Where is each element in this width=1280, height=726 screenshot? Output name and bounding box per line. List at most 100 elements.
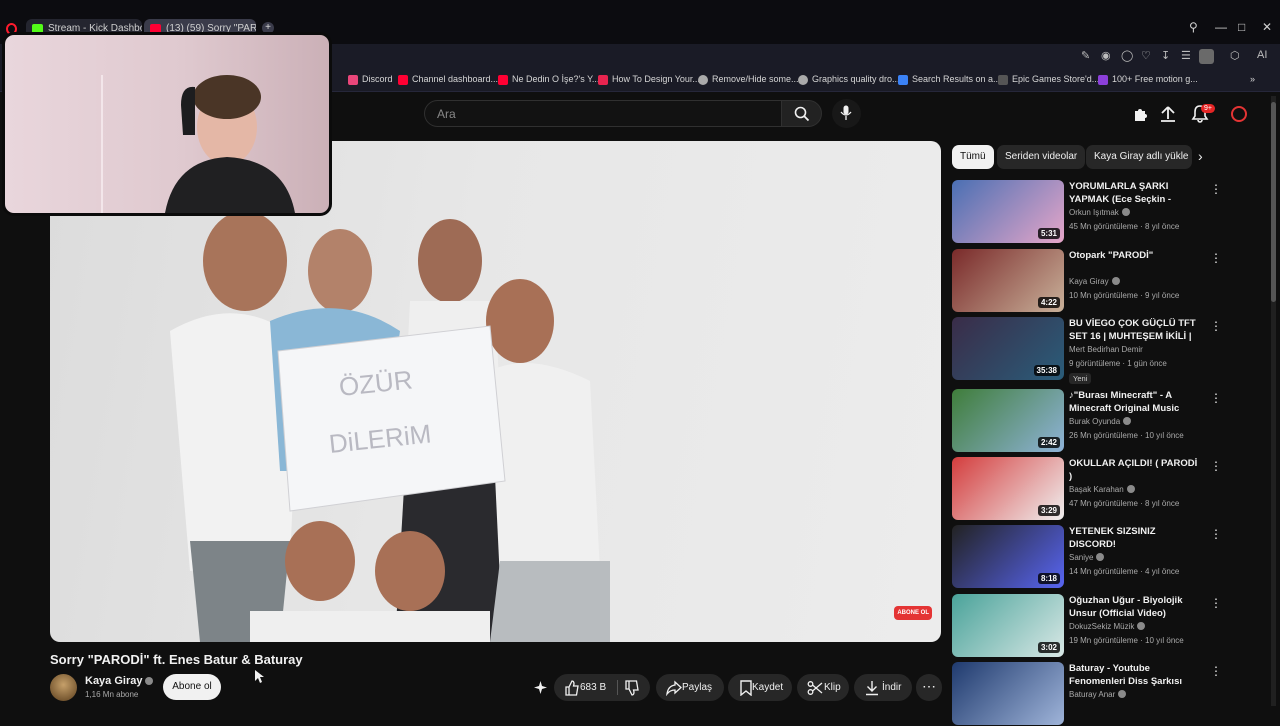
download-button[interactable]: İndir: [854, 674, 912, 701]
recommended-video[interactable]: 5:31 YORUMLARLA ŞARKI YAPMAK (Ece Seçkin …: [952, 180, 1252, 244]
chip-all[interactable]: Tümü: [952, 145, 994, 169]
clip-button[interactable]: Klip: [797, 674, 849, 701]
bookmark-discord[interactable]: Discord: [348, 74, 393, 85]
like-icon[interactable]: [564, 680, 580, 696]
ai-icon[interactable]: AI: [1257, 49, 1267, 61]
video-meta: 10 Mn görüntüleme · 9 yıl önce: [1069, 291, 1180, 300]
cursor-icon: [255, 670, 264, 683]
channel-name[interactable]: Kaya Giray: [85, 675, 154, 687]
upload-icon[interactable]: [1157, 103, 1179, 125]
chip-channel-uploads[interactable]: Kaya Giray adlı yükle: [1086, 145, 1192, 169]
account-avatar[interactable]: [1231, 106, 1247, 122]
profile-avatar[interactable]: [1199, 49, 1214, 64]
camera-icon[interactable]: ◉: [1101, 49, 1111, 62]
channel-name-text: Baturay Anar: [1069, 690, 1116, 699]
channel-name[interactable]: Saniye: [1069, 553, 1105, 562]
bookmark-graphics-quality[interactable]: Graphics quality dro...: [798, 74, 900, 85]
more-actions-button[interactable]: ⋯: [916, 674, 942, 701]
recommended-video[interactable]: 8:18 YETENEK SIZSINIZ DISCORD! Saniye 14 Mn…: [952, 525, 1252, 589]
search-button[interactable]: [781, 100, 822, 127]
video-meta: 47 Mn görüntüleme · 8 yıl önce: [1069, 499, 1180, 508]
more-options-icon[interactable]: ⋮: [1210, 664, 1222, 678]
channel-name[interactable]: Kaya Giray: [1069, 277, 1120, 286]
maximize-icon[interactable]: □: [1238, 20, 1245, 34]
search-input[interactable]: Ara: [424, 100, 782, 127]
extension-puzzle-icon[interactable]: [1130, 103, 1152, 125]
heart-icon[interactable]: ♡: [1141, 49, 1151, 62]
download-icon[interactable]: ↧: [1161, 49, 1170, 62]
video-title[interactable]: Baturay - Youtube Fenomenleri Diss Şarkı…: [1069, 662, 1203, 688]
more-options-icon[interactable]: ⋮: [1210, 251, 1222, 265]
extensions-icon[interactable]: ⬡: [1230, 49, 1240, 62]
recommended-video[interactable]: 3:02 Oğuzhan Uğur - Biyolojik Unsur (Offi…: [952, 594, 1252, 658]
video-thumbnail[interactable]: 8:18: [952, 525, 1064, 588]
shield-icon[interactable]: ◯: [1121, 49, 1133, 62]
video-thumbnail[interactable]: 5:31: [952, 180, 1064, 243]
more-options-icon[interactable]: ⋮: [1210, 527, 1222, 541]
channel-name-text: Saniye: [1069, 553, 1094, 562]
channel-name[interactable]: Mert Bedirhan Demir: [1069, 345, 1143, 354]
download-icon: [866, 681, 878, 696]
video-title[interactable]: ♪"Burası Minecraft" - A Minecraft Origin…: [1069, 389, 1203, 415]
channel-avatar[interactable]: [50, 674, 77, 701]
video-title[interactable]: BU VİEGO ÇOK GÜÇLÜ TFT SET 16 | MUHTEŞEM…: [1069, 317, 1203, 343]
video-thumbnail[interactable]: 2:42: [952, 389, 1064, 452]
tab-search-icon[interactable]: ⚲: [1189, 20, 1198, 34]
recommended-video[interactable]: 3:29 OKULLAR AÇILDI! ( PARODİ ) Başak Kara…: [952, 457, 1252, 521]
site-favicon-icon: [698, 75, 708, 85]
video-meta: 9 görüntüleme · 1 gün önce: [1069, 359, 1167, 368]
close-window-icon[interactable]: ✕: [1262, 20, 1272, 34]
chips-next-icon[interactable]: ›: [1198, 148, 1203, 164]
video-title[interactable]: YETENEK SIZSINIZ DISCORD!: [1069, 525, 1203, 551]
more-options-icon[interactable]: ⋮: [1210, 391, 1222, 405]
channel-name[interactable]: Burak Oyunda: [1069, 417, 1132, 426]
recommended-video[interactable]: 35:38 BU VİEGO ÇOK GÜÇLÜ TFT SET 16 | MUH…: [952, 317, 1252, 384]
bookmark-motion-graphics[interactable]: 100+ Free motion g...: [1098, 74, 1198, 85]
recommended-video[interactable]: Baturay - Youtube Fenomenleri Diss Şarkı…: [952, 662, 1252, 726]
subscribe-watermark[interactable]: ABONE OL: [894, 606, 932, 620]
channel-name[interactable]: Baturay Anar: [1069, 690, 1127, 699]
video-thumbnail[interactable]: 3:29: [952, 457, 1064, 520]
chip-series[interactable]: Seriden videolar: [997, 145, 1086, 169]
recommended-video[interactable]: 2:42 ♪"Burası Minecraft" - A Minecraft Or…: [952, 389, 1252, 453]
edit-icon[interactable]: ✎: [1081, 49, 1090, 62]
dislike-icon[interactable]: [624, 680, 640, 696]
duration-badge: 2:42: [1037, 437, 1060, 448]
bookmark-how-to-design[interactable]: How To Design Your...: [598, 74, 700, 85]
video-thumbnail[interactable]: 4:22: [952, 249, 1064, 312]
bookmark-ne-dedin[interactable]: Ne Dedin O İşe?'s Y...: [498, 74, 599, 85]
channel-name-text: Orkun Işıtmak: [1069, 208, 1119, 217]
recommended-video[interactable]: 4:22 Otopark "PARODİ" Kaya Giray 10 Mn görü…: [952, 249, 1252, 313]
video-title[interactable]: Oğuzhan Uğur - Biyolojik Unsur (Official…: [1069, 594, 1203, 620]
more-options-icon[interactable]: ⋮: [1210, 459, 1222, 473]
menu-icon[interactable]: ☰: [1181, 49, 1191, 62]
video-thumbnail[interactable]: 3:02: [952, 594, 1064, 657]
video-title[interactable]: Otopark "PARODİ": [1069, 249, 1203, 262]
video-thumbnail[interactable]: 35:38: [952, 317, 1064, 380]
share-button[interactable]: Paylaş: [656, 674, 724, 701]
more-options-icon[interactable]: ⋮: [1210, 596, 1222, 610]
video-player[interactable]: ÖZÜR DiLERiM ABONE OL: [50, 141, 941, 642]
more-options-icon[interactable]: ⋮: [1210, 182, 1222, 196]
like-divider: [617, 680, 618, 695]
channel-name-text: Başak Karahan: [1069, 485, 1124, 494]
save-button[interactable]: Kaydet: [728, 674, 792, 701]
scrollbar-thumb[interactable]: [1271, 102, 1276, 302]
bookmark-epic-games[interactable]: Epic Games Store'd...: [998, 74, 1099, 85]
channel-name-text: Mert Bedirhan Demir: [1069, 345, 1143, 354]
ai-action-icon[interactable]: [533, 680, 548, 695]
subscribe-button[interactable]: Abone ol: [163, 674, 221, 700]
more-options-icon[interactable]: ⋮: [1210, 319, 1222, 333]
video-title[interactable]: OKULLAR AÇILDI! ( PARODİ ): [1069, 457, 1203, 483]
channel-name[interactable]: DokuzSekiz Müzik: [1069, 622, 1146, 631]
bookmark-channel-dashboard[interactable]: Channel dashboard...: [398, 74, 498, 85]
bookmark-search-results[interactable]: Search Results on a...: [898, 74, 1001, 85]
channel-name[interactable]: Başak Karahan: [1069, 485, 1135, 494]
bookmarks-more-icon[interactable]: »: [1250, 74, 1255, 84]
minimize-icon[interactable]: —: [1215, 20, 1227, 34]
video-title[interactable]: YORUMLARLA ŞARKI YAPMAK (Ece Seçkin - Ad…: [1069, 180, 1203, 206]
bookmark-remove-hide[interactable]: Remove/Hide some...: [698, 74, 799, 85]
voice-search-button[interactable]: [832, 99, 861, 128]
video-thumbnail[interactable]: [952, 662, 1064, 725]
channel-name[interactable]: Orkun Işıtmak: [1069, 208, 1130, 217]
